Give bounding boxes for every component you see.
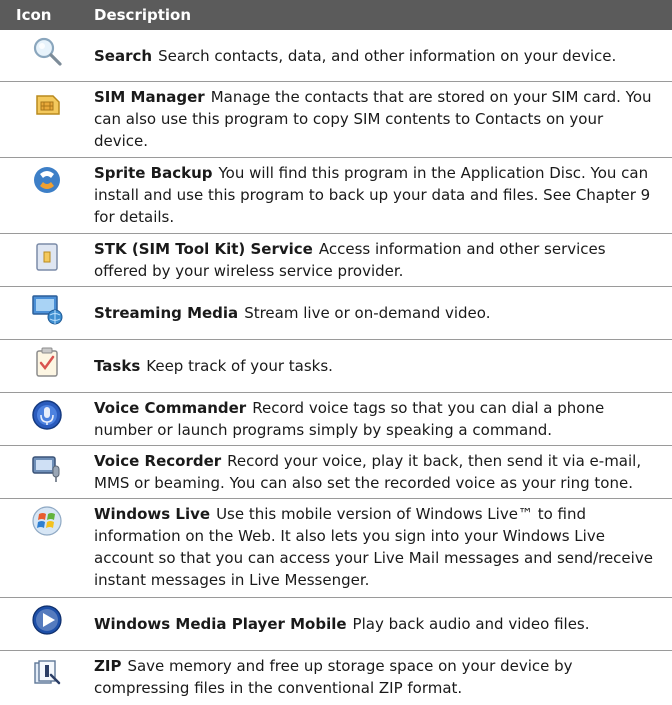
row-title: Streaming Media — [94, 304, 239, 322]
row-title: ZIP — [94, 657, 122, 675]
table-row: ZIP Save memory and free up storage space… — [0, 651, 672, 703]
row-title: SIM Manager — [94, 88, 205, 106]
row-description: Sprite Backup You will find this program … — [94, 158, 672, 228]
sprite-backup-icon — [0, 158, 94, 196]
sim-manager-icon — [0, 82, 94, 120]
row-text: Save memory and free up storage space on… — [94, 657, 573, 697]
zip-icon — [0, 651, 94, 689]
table-row: Sprite Backup You will find this program … — [0, 158, 672, 234]
row-description: STK (SIM Tool Kit) Service Access informa… — [94, 234, 672, 282]
voice-recorder-icon — [0, 446, 94, 484]
row-title: Windows Live — [94, 505, 211, 523]
table-row: Voice Commander Record voice tags so that… — [0, 393, 672, 446]
row-text: Stream live or on-demand video. — [244, 304, 491, 322]
row-description: Streaming Media Stream live or on-demand … — [94, 287, 672, 324]
row-description: Tasks Keep track of your tasks. — [94, 340, 672, 377]
table-row: Streaming Media Stream live or on-demand … — [0, 287, 672, 340]
row-description: Voice Commander Record voice tags so that… — [94, 393, 672, 441]
table-row: Search Search contacts, data, and other i… — [0, 30, 672, 82]
table-header: Icon Description — [0, 0, 672, 30]
row-description: Voice Recorder Record your voice, play it… — [94, 446, 672, 494]
table-row: Windows Live Use this mobile version of W… — [0, 499, 672, 598]
row-title: Search — [94, 47, 153, 65]
header-icon-column: Icon — [16, 6, 52, 24]
row-description: Windows Live Use this mobile version of W… — [94, 499, 672, 591]
row-title: STK (SIM Tool Kit) Service — [94, 240, 313, 258]
row-title: Voice Commander — [94, 399, 247, 417]
row-text: Play back audio and video files. — [352, 615, 590, 633]
row-title: Sprite Backup — [94, 164, 213, 182]
row-text: Search contacts, data, and other informa… — [158, 47, 617, 65]
row-text: Keep track of your tasks. — [146, 357, 333, 375]
row-title: Tasks — [94, 357, 141, 375]
search-icon — [0, 30, 94, 68]
row-description: SIM Manager Manage the contacts that are … — [94, 82, 672, 152]
table-row: SIM Manager Manage the contacts that are … — [0, 82, 672, 158]
row-title: Voice Recorder — [94, 452, 222, 470]
row-description: Search Search contacts, data, and other i… — [94, 30, 672, 67]
windows-live-icon — [0, 499, 94, 537]
streaming-media-icon — [0, 287, 94, 325]
table-row: Voice Recorder Record your voice, play it… — [0, 446, 672, 499]
table-row: STK (SIM Tool Kit) Service Access informa… — [0, 234, 672, 287]
tasks-icon — [0, 340, 94, 378]
windows-media-player-icon — [0, 598, 94, 636]
header-description-column: Description — [94, 6, 192, 24]
row-description: Windows Media Player Mobile Play back aud… — [94, 598, 672, 635]
table-row: Tasks Keep track of your tasks. — [0, 340, 672, 393]
table-row: Windows Media Player Mobile Play back aud… — [0, 598, 672, 651]
row-description: ZIP Save memory and free up storage space… — [94, 651, 672, 699]
row-title: Windows Media Player Mobile — [94, 615, 347, 633]
voice-commander-icon — [0, 393, 94, 431]
stk-service-icon — [0, 234, 94, 272]
icon-description-table: Icon Description Search Search contacts, … — [0, 0, 672, 703]
